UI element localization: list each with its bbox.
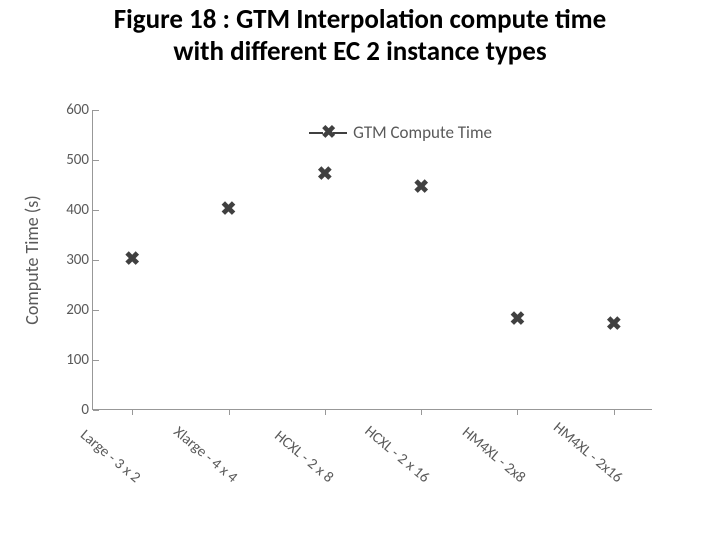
x-tick [325,409,326,415]
data-point: ✖ [221,202,237,218]
x-tick [421,409,422,415]
legend-marker-icon: ✖ [309,123,347,143]
x-tick-label: HM4XL - 2x8 [459,424,530,487]
x-tick [517,409,518,415]
y-tick: 400 [49,202,89,218]
x-tick [614,409,615,415]
legend: ✖ GTM Compute Time [309,122,492,143]
data-point: ✖ [317,167,333,183]
data-point: ✖ [606,317,622,333]
data-point: ✖ [124,252,140,268]
y-tick: 300 [49,252,89,268]
y-axis-label: Compute Time (s) [22,110,42,410]
data-point: ✖ [509,312,525,328]
x-tick [229,409,230,415]
y-axis-label-text: Compute Time (s) [21,195,43,325]
y-tick: 200 [49,302,89,318]
plot-region: ✖ GTM Compute Time 0100200300400500600La… [92,110,652,410]
x-tick-label: Xlarge - 4 x 4 [169,423,240,487]
y-tick: 0 [49,402,89,418]
y-tick: 600 [49,102,89,118]
x-tick-label: HCXL - 2 x 8 [270,427,336,487]
figure-title: Figure 18 : GTM Interpolation compute ti… [0,4,720,69]
y-tick: 500 [49,152,89,168]
figure-page: Figure 18 : GTM Interpolation compute ti… [0,0,720,540]
x-tick-label: Large - 3 x 2 [77,426,144,487]
chart-area: Compute Time (s) ✖ GTM Compute Time 0100… [92,110,652,490]
x-tick-label: HCXL - 2 x 16 [361,422,433,487]
x-tick-label: HM4XL - 2x16 [549,419,625,487]
x-tick [132,409,133,415]
legend-series-label: GTM Compute Time [353,122,492,143]
x-marker-icon: ✖ [321,122,336,142]
y-tick: 100 [49,352,89,368]
data-point: ✖ [413,180,429,196]
